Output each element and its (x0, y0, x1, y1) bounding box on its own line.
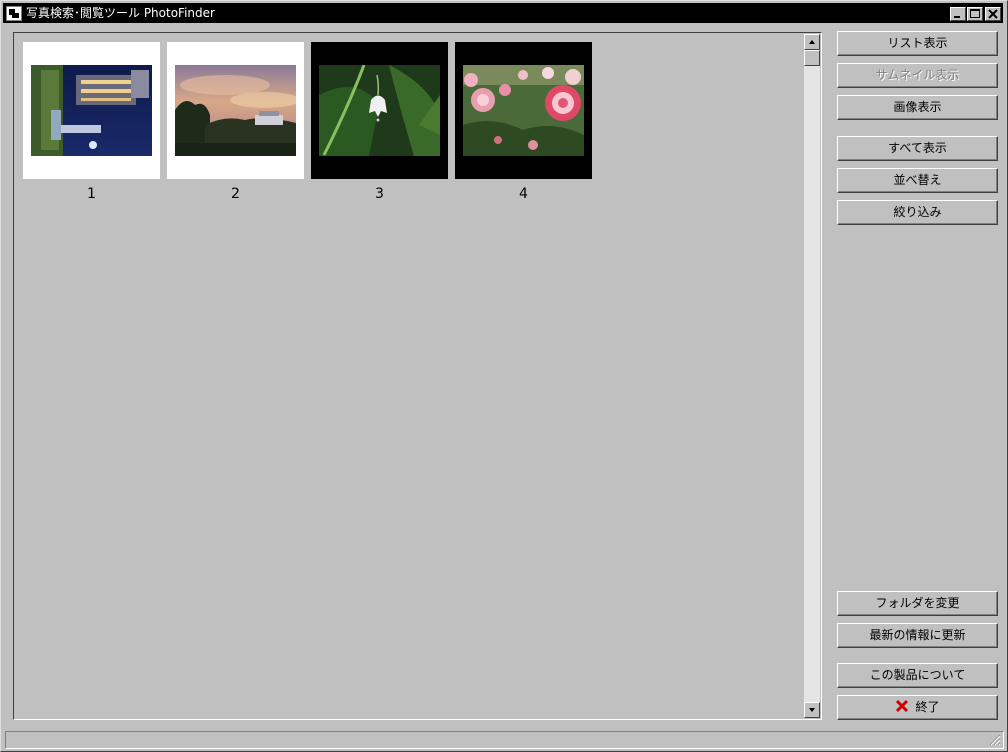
sort-button[interactable]: 並べ替え (837, 168, 998, 193)
arrow-down-icon (809, 708, 815, 712)
image-view-button[interactable]: 画像表示 (837, 95, 998, 120)
exit-button[interactable]: 終了 (837, 695, 998, 720)
title-bar[interactable]: 写真検索･閲覧ツール PhotoFinder (3, 3, 1003, 23)
scroll-thumb[interactable] (804, 50, 820, 66)
thumbnail-frame[interactable] (311, 42, 448, 179)
about-button[interactable]: この製品について (837, 663, 998, 688)
thumbnail-frame[interactable] (167, 42, 304, 179)
close-button[interactable] (985, 7, 1001, 21)
refresh-button[interactable]: 最新の情報に更新 (837, 623, 998, 648)
scroll-up-button[interactable] (804, 34, 820, 50)
exit-label: 終了 (915, 700, 940, 714)
change-folder-button[interactable]: フォルダを変更 (837, 591, 998, 616)
exit-x-icon (896, 699, 909, 713)
arrow-up-icon (809, 40, 815, 44)
thumbnail-frame[interactable] (23, 42, 160, 179)
scroll-down-button[interactable] (804, 702, 820, 718)
thumbnail-frame[interactable] (455, 42, 592, 179)
resize-grip-icon[interactable] (989, 734, 1001, 746)
thumbnail-caption: 1 (87, 186, 96, 202)
main-window: 写真検索･閲覧ツール PhotoFinder 1 2 3 4 リスト表示 サムネ… (0, 0, 1008, 752)
maximize-icon (970, 9, 980, 18)
close-icon (988, 9, 998, 19)
thumbnail-caption: 3 (375, 186, 384, 202)
minimize-button[interactable] (950, 7, 966, 21)
minimize-icon (954, 16, 960, 18)
photo-bell-flower[interactable] (319, 65, 440, 156)
filter-button[interactable]: 絞り込み (837, 200, 998, 225)
thumbnail-view-button[interactable]: サムネイル表示 (837, 63, 998, 88)
window-title: 写真検索･閲覧ツール PhotoFinder (26, 6, 215, 20)
thumbnail-caption: 4 (519, 186, 528, 202)
vertical-scrollbar[interactable] (804, 34, 820, 718)
photo-sunset-sky[interactable] (175, 65, 296, 156)
thumbnail-caption: 2 (231, 186, 240, 202)
thumbnail-panel: 1 2 3 4 (13, 32, 822, 720)
status-bar (5, 731, 1004, 749)
maximize-button[interactable] (967, 7, 983, 21)
show-all-button[interactable]: すべて表示 (837, 136, 998, 161)
app-icon[interactable] (6, 6, 22, 21)
photo-pink-roses[interactable] (463, 65, 584, 156)
photo-night-waterfront[interactable] (31, 65, 152, 156)
list-view-button[interactable]: リスト表示 (837, 31, 998, 56)
